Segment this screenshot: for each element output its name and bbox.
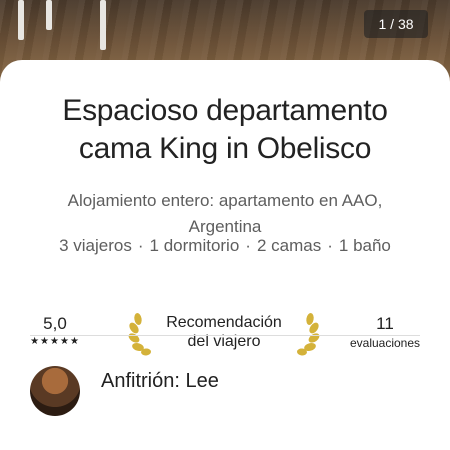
- separator: ·: [327, 236, 333, 255]
- laurel-right-icon: [297, 313, 320, 356]
- photo-counter: 1 / 38: [364, 10, 428, 38]
- bedrooms-count: 1 dormitorio: [149, 236, 240, 255]
- rating-value: 5,0: [43, 314, 67, 333]
- listing-title-line-2: cama King in Obelisco: [78, 132, 372, 165]
- baths-count: 1 baño: [338, 236, 391, 255]
- divider: [30, 335, 420, 336]
- listing-subtitle: Alojamiento entero: apartamento en AAO, …: [67, 191, 383, 236]
- host-label: Anfitrión: Lee: [101, 370, 219, 392]
- listing-details: 3 viajeros · 1 dormitorio · 2 camas · 1 baño: [0, 236, 450, 256]
- host-avatar[interactable]: [30, 366, 80, 416]
- chair-leg: [46, 0, 52, 30]
- listing-title: Espacioso departamento cama King in Obel…: [0, 92, 450, 168]
- guest-favorite-badge[interactable]: Recomendación del viajero: [150, 313, 298, 351]
- separator: ·: [137, 236, 144, 255]
- chair-leg: [100, 0, 106, 50]
- star-rating-icon: ★★★★★: [30, 336, 80, 347]
- guests-count: 3 viajeros: [59, 236, 132, 255]
- reviews-summary[interactable]: 11 evaluaciones: [340, 314, 430, 350]
- separator: ·: [245, 236, 251, 255]
- reviews-count: 11: [376, 314, 394, 333]
- reviews-label: evaluaciones: [349, 336, 421, 350]
- award-line-1: Recomendación: [166, 314, 282, 331]
- laurel-left-icon: [128, 313, 151, 356]
- chair-leg: [18, 0, 24, 40]
- rating: 5,0 ★★★★★: [22, 314, 88, 347]
- beds-count: 2 camas: [256, 236, 322, 255]
- listing-title-line-1: Espacioso departamento: [62, 94, 388, 127]
